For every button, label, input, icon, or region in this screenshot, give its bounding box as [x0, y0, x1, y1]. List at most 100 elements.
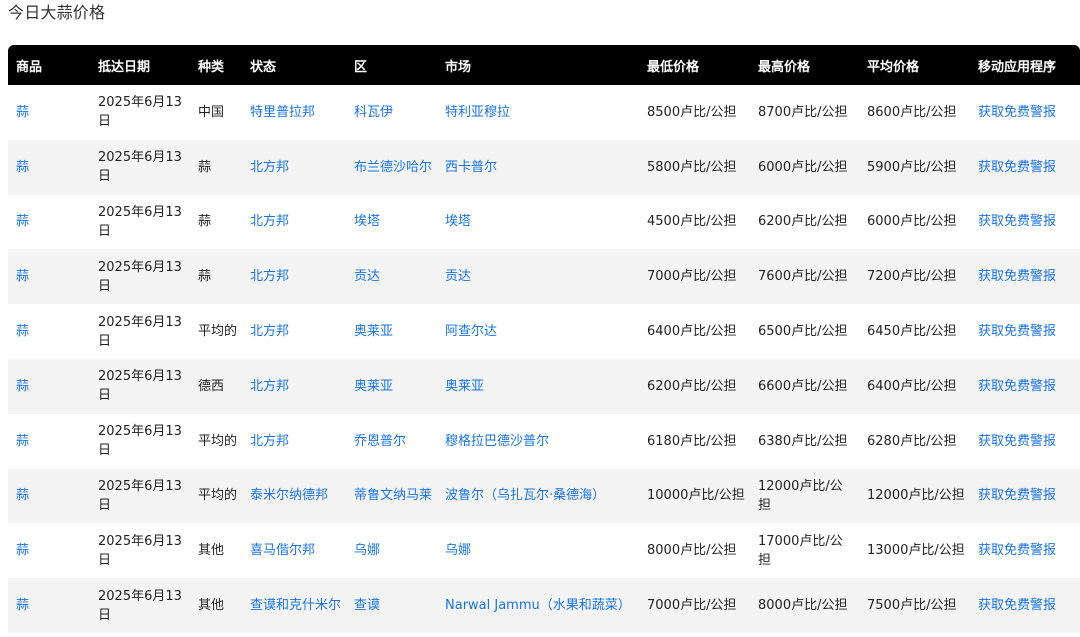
get-free-alerts-link[interactable]: 获取免费警报 [978, 269, 1056, 284]
cell-app: 获取免费警报 [970, 304, 1080, 359]
state-link[interactable]: 泰米尔纳德邦 [250, 488, 328, 503]
cell-commodity: 蒜 [8, 140, 90, 195]
cell-market: 奥莱亚 [437, 359, 639, 414]
market-link[interactable]: 波鲁尔（乌扎瓦尔·桑德海） [445, 488, 605, 503]
commodity-link[interactable]: 蒜 [16, 488, 29, 503]
cell-state: 喜马偕尔邦 [242, 523, 346, 578]
cell-state: 北方邦 [242, 140, 346, 195]
market-link[interactable]: 埃塔 [445, 214, 471, 229]
get-free-alerts-link[interactable]: 获取免费警报 [978, 105, 1056, 120]
avg-price: 6400卢比/公担 [867, 378, 957, 394]
cell-max: 8700卢比/公担 [750, 85, 859, 140]
get-free-alerts-link[interactable]: 获取免费警报 [978, 324, 1056, 339]
cell-date: 2025年6月13日 [90, 523, 190, 578]
get-free-alerts-link[interactable]: 获取免费警报 [978, 543, 1056, 558]
cell-district: 埃塔 [346, 195, 437, 250]
min-price: 7000卢比/公担 [647, 598, 737, 614]
avg-price: 8600卢比/公担 [867, 104, 957, 120]
get-free-alerts-link[interactable]: 获取免费警报 [978, 379, 1056, 394]
cell-date: 2025年6月13日 [90, 195, 190, 250]
cell-avg: 5900卢比/公担 [859, 140, 970, 195]
commodity-link[interactable]: 蒜 [16, 214, 29, 229]
state-link[interactable]: 北方邦 [250, 379, 289, 394]
variety: 中国 [198, 104, 225, 120]
cell-commodity: 蒜 [8, 249, 90, 304]
cell-district: 乌娜 [346, 523, 437, 578]
cell-app: 获取免费警报 [970, 578, 1080, 633]
min-price: 6200卢比/公担 [647, 378, 737, 394]
commodity-link[interactable]: 蒜 [16, 324, 29, 339]
get-free-alerts-link[interactable]: 获取免费警报 [978, 434, 1056, 449]
district-link[interactable]: 奥莱亚 [354, 324, 393, 339]
table-body: 蒜 2025年6月13日 中国 特里普拉邦 科瓦伊 特利亚穆拉 8500卢比/公担 8700卢… [8, 85, 1080, 633]
district-link[interactable]: 查谟 [354, 598, 380, 613]
get-free-alerts-link[interactable]: 获取免费警报 [978, 488, 1056, 503]
variety: 其他 [198, 598, 225, 614]
state-link[interactable]: 北方邦 [250, 324, 289, 339]
get-free-alerts-link[interactable]: 获取免费警报 [978, 214, 1056, 229]
cell-variety: 其他 [190, 523, 242, 578]
min-price: 10000卢比/公担 [647, 488, 745, 504]
commodity-link[interactable]: 蒜 [16, 598, 29, 613]
max-price: 7600卢比/公担 [758, 269, 848, 285]
variety: 德西 [198, 378, 225, 394]
cell-market: 波鲁尔（乌扎瓦尔·桑德海） [437, 469, 639, 524]
cell-app: 获取免费警报 [970, 414, 1080, 469]
cell-date: 2025年6月13日 [90, 359, 190, 414]
get-free-alerts-link[interactable]: 获取免费警报 [978, 598, 1056, 613]
state-link[interactable]: 特里普拉邦 [250, 105, 315, 120]
state-link[interactable]: 北方邦 [250, 214, 289, 229]
cell-date: 2025年6月13日 [90, 304, 190, 359]
market-link[interactable]: 阿查尔达 [445, 324, 497, 339]
commodity-link[interactable]: 蒜 [16, 160, 29, 175]
district-link[interactable]: 科瓦伊 [354, 105, 393, 120]
cell-min: 8000卢比/公担 [639, 523, 750, 578]
state-link[interactable]: 喜马偕尔邦 [250, 543, 315, 558]
state-link[interactable]: 北方邦 [250, 160, 289, 175]
district-link[interactable]: 蒂鲁文纳马莱 [354, 488, 432, 503]
cell-district: 乔恩普尔 [346, 414, 437, 469]
cell-commodity: 蒜 [8, 578, 90, 633]
cell-date: 2025年6月13日 [90, 140, 190, 195]
state-link[interactable]: 北方邦 [250, 269, 289, 284]
arrival-date: 2025年6月13日 [98, 588, 182, 623]
market-link[interactable]: 乌娜 [445, 543, 471, 558]
cell-min: 5800卢比/公担 [639, 140, 750, 195]
commodity-link[interactable]: 蒜 [16, 434, 29, 449]
district-link[interactable]: 乔恩普尔 [354, 434, 406, 449]
cell-min: 8500卢比/公担 [639, 85, 750, 140]
market-link[interactable]: 奥莱亚 [445, 379, 484, 394]
min-price: 8500卢比/公担 [647, 104, 737, 120]
page-title: 今日大蒜价格 [8, 3, 106, 22]
cell-market: Narwal Jammu（水果和蔬菜） [437, 578, 639, 633]
arrival-date: 2025年6月13日 [98, 424, 182, 459]
market-link[interactable]: 西卡普尔 [445, 160, 497, 175]
commodity-link[interactable]: 蒜 [16, 543, 29, 558]
commodity-link[interactable]: 蒜 [16, 269, 29, 284]
district-link[interactable]: 奥莱亚 [354, 379, 393, 394]
header-state: 状态 [250, 59, 277, 75]
market-link[interactable]: Narwal Jammu（水果和蔬菜） [445, 598, 631, 613]
commodity-link[interactable]: 蒜 [16, 379, 29, 394]
get-free-alerts-link[interactable]: 获取免费警报 [978, 160, 1056, 175]
district-link[interactable]: 埃塔 [354, 214, 380, 229]
district-link[interactable]: 布兰德沙哈尔 [354, 160, 432, 175]
market-link[interactable]: 穆格拉巴德沙普尔 [445, 434, 549, 449]
header-variety: 种类 [198, 59, 225, 75]
state-link[interactable]: 查谟和克什米尔 [250, 598, 341, 613]
cell-district: 蒂鲁文纳马莱 [346, 469, 437, 524]
table-row: 蒜 2025年6月13日 平均的 北方邦 奥莱亚 阿查尔达 6400卢比/公担 6500卢比/… [8, 304, 1080, 359]
commodity-link[interactable]: 蒜 [16, 105, 29, 120]
district-link[interactable]: 乌娜 [354, 543, 380, 558]
cell-app: 获取免费警报 [970, 469, 1080, 524]
state-link[interactable]: 北方邦 [250, 434, 289, 449]
market-link[interactable]: 特利亚穆拉 [445, 105, 510, 120]
market-link[interactable]: 贡达 [445, 269, 471, 284]
cell-app: 获取免费警报 [970, 359, 1080, 414]
cell-market: 特利亚穆拉 [437, 85, 639, 140]
table-row: 蒜 2025年6月13日 其他 查谟和克什米尔 查谟 Narwal Jammu（水果和蔬菜… [8, 578, 1080, 633]
max-price: 17000卢比/公担 [758, 533, 843, 568]
district-link[interactable]: 贡达 [354, 269, 380, 284]
cell-max: 8000卢比/公担 [750, 578, 859, 633]
cell-date: 2025年6月13日 [90, 249, 190, 304]
